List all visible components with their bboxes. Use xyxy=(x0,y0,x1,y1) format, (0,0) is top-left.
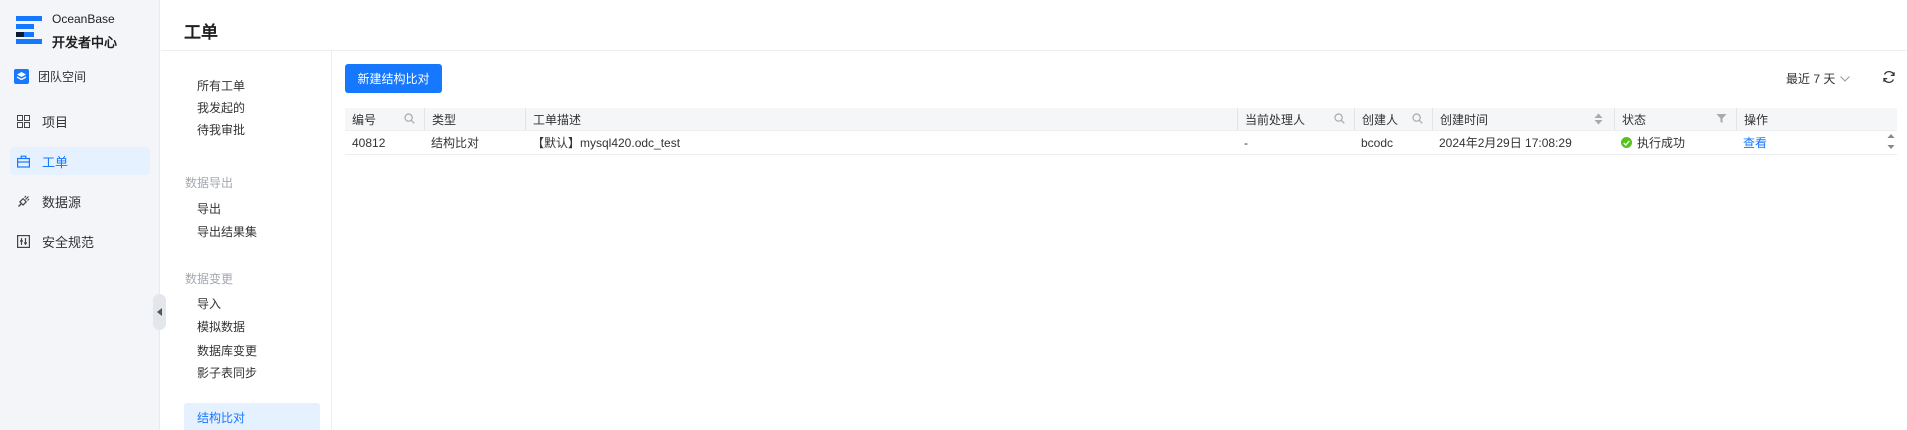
nav-item-datasources[interactable]: 数据源 xyxy=(10,187,150,215)
brand-name: OceanBase xyxy=(52,12,115,26)
cell-created-at: 2024年2月29日 17:08:29 xyxy=(1439,136,1572,150)
sort-icon[interactable] xyxy=(1594,113,1606,125)
nav-item-label: 安全规范 xyxy=(42,234,95,250)
cell-creator: bcodc xyxy=(1361,135,1394,150)
subnav-item-structure-compare[interactable]: 结构比对 xyxy=(184,403,320,430)
refresh-icon[interactable] xyxy=(1882,70,1898,86)
cell-action: 查看 xyxy=(1736,131,1885,154)
nav-item-security[interactable]: 安全规范 xyxy=(10,227,150,255)
status-text: 执行成功 xyxy=(1637,136,1686,150)
nav-item-label: 数据源 xyxy=(42,194,82,210)
cell-description: 【默认】mysql420.odc_test xyxy=(532,136,681,150)
cell-type: 结构比对 xyxy=(431,136,480,150)
table-row[interactable]: 40812 结构比对 【默认】mysql420.odc_test - bcodc… xyxy=(345,131,1897,155)
column-header-action: 操作 xyxy=(1736,108,1897,130)
table-header: 编号 类型 工单描述 当前处理人 创建人 创建时间 状态 操作 xyxy=(345,108,1897,131)
nav-item-projects[interactable]: 项目 xyxy=(10,107,150,135)
nav-item-tickets[interactable]: 工单 xyxy=(10,147,150,175)
cell-status: 执行成功 xyxy=(1614,131,1736,154)
column-header-type: 类型 xyxy=(424,108,525,130)
column-header-created-at[interactable]: 创建时间 xyxy=(1432,108,1614,130)
column-header-creator[interactable]: 创建人 xyxy=(1354,108,1432,130)
oceanbase-logo-icon xyxy=(16,16,42,44)
search-icon[interactable] xyxy=(1412,113,1424,125)
chevron-down-icon xyxy=(1840,71,1851,85)
briefcase-icon xyxy=(15,153,31,169)
ticket-subnav: 所有工单 我发起的 待我审批 数据导出 导出 导出结果集 数据变更 导入 模拟数… xyxy=(161,51,332,430)
column-header-status[interactable]: 状态 xyxy=(1614,108,1736,130)
sidebar: OceanBase 开发者中心 团队空间 项目 工单 数据源 安全规范 xyxy=(0,0,160,430)
nav-item-label: 项目 xyxy=(42,114,69,130)
table-scrollbar[interactable] xyxy=(1885,108,1897,155)
subnav-item-to-approve[interactable]: 待我审批 xyxy=(184,115,320,143)
column-header-handler[interactable]: 当前处理人 xyxy=(1237,108,1354,130)
subnav-item-shadow-sync[interactable]: 影子表同步 xyxy=(184,358,320,386)
cell-id: 40812 xyxy=(352,135,386,150)
search-icon[interactable] xyxy=(1334,113,1346,125)
search-icon[interactable] xyxy=(404,113,416,125)
filter-icon[interactable] xyxy=(1716,113,1728,125)
subnav-group-export: 数据导出 xyxy=(185,176,234,190)
check-circle-icon xyxy=(1621,137,1632,148)
cell-handler: - xyxy=(1244,135,1248,150)
page-title: 工单 xyxy=(184,23,218,42)
time-range-select[interactable]: 最近 7 天 xyxy=(1786,69,1851,87)
brand-subtitle: 开发者中心 xyxy=(52,35,118,50)
create-structure-compare-button[interactable]: 新建结构比对 xyxy=(345,64,442,93)
view-link[interactable]: 查看 xyxy=(1743,134,1767,151)
brand-logo[interactable]: OceanBase 开发者中心 xyxy=(16,10,156,50)
grid-icon xyxy=(15,113,31,129)
time-range-label: 最近 7 天 xyxy=(1786,71,1836,86)
plug-icon xyxy=(15,193,31,209)
subnav-group-change: 数据变更 xyxy=(185,272,234,286)
column-header-description: 工单描述 xyxy=(525,108,1237,130)
team-space-switch[interactable]: 团队空间 xyxy=(14,66,86,86)
team-space-label: 团队空间 xyxy=(38,69,87,84)
header-divider xyxy=(161,50,1907,51)
rule-icon xyxy=(15,233,31,249)
column-header-id[interactable]: 编号 xyxy=(345,108,424,130)
team-icon xyxy=(14,68,29,84)
subnav-item-export-resultset[interactable]: 导出结果集 xyxy=(184,217,320,245)
nav-item-label: 工单 xyxy=(42,154,69,170)
